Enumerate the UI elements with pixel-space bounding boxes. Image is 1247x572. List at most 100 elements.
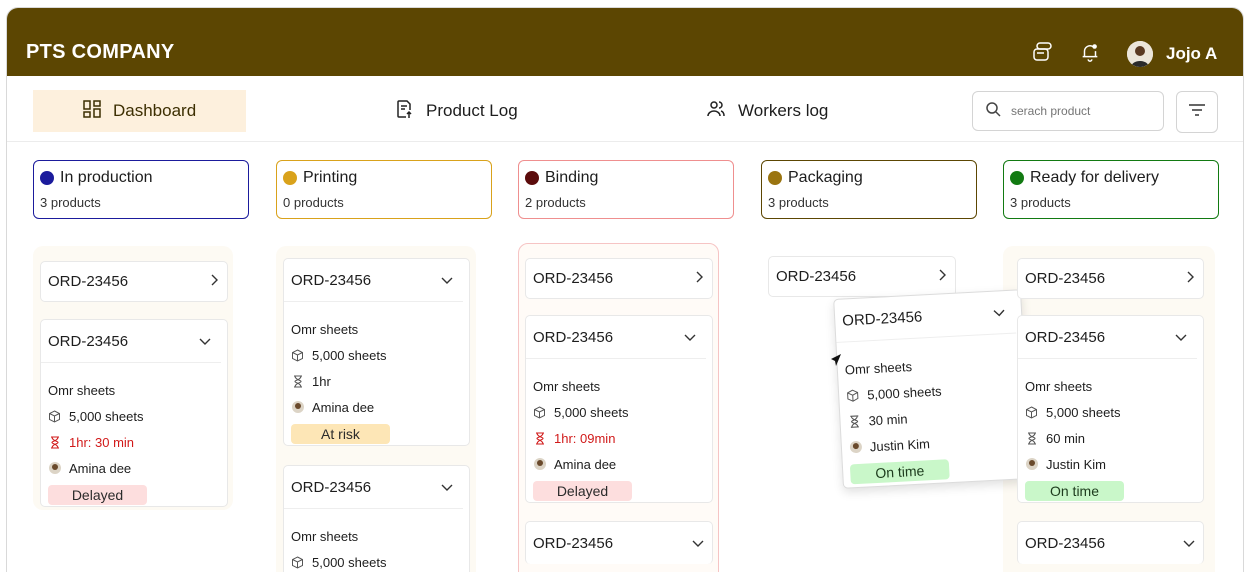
document-upload-icon [394,99,414,124]
user-avatar[interactable] [1127,41,1153,67]
order-card-dragging[interactable]: ORD-23456 Omr sheets 5,000 sheets 30 min… [833,289,1031,489]
search-icon [985,101,1001,122]
material-label: Omr sheets [291,321,359,337]
hourglass-icon [48,435,61,449]
chevron-down-icon[interactable] [441,272,453,289]
box-icon [291,348,304,362]
order-id: ORD-23456 [533,534,614,552]
order-id: ORD-23456 [48,273,129,290]
status-badge: Delayed [48,485,147,505]
duration: 30 min [868,410,908,428]
worker-name: Amina dee [312,399,375,415]
worker-name: Amina dee [554,456,617,472]
column-title: Packaging [788,169,863,186]
tab-product-log-label: Product Log [426,101,518,120]
column-title: Binding [545,169,599,186]
order-id: ORD-23456 [1025,270,1106,287]
order-card-expanded[interactable]: ORD-23456 Omr sheets 5,000 sheets 1hr Am… [283,258,470,446]
status-badge: On time [849,459,950,485]
tab-dashboard-label: Dashboard [113,101,197,120]
tab-workers-log-label: Workers log [738,101,829,120]
column-header-printing[interactable]: Printing 0 products [276,160,492,219]
chevron-right-icon[interactable] [1185,270,1195,287]
order-id: ORD-23456 [841,307,923,330]
order-card[interactable]: ORD-23456 [40,261,228,302]
search-input[interactable] [1011,104,1151,118]
box-icon [533,405,546,419]
order-card-expanded[interactable]: ORD-23456 Omr sheets 5,000 sheets [283,465,470,572]
column-count: 3 products [40,195,101,210]
order-card[interactable]: ORD-23456 [768,256,956,297]
chevron-down-icon[interactable] [1175,329,1187,346]
worker-avatar [849,440,862,454]
material-label: Omr sheets [291,528,359,544]
quantity: 5,000 sheets [312,347,387,363]
chevron-right-icon[interactable] [937,268,947,285]
duration: 1hr [312,373,331,389]
status-badge: On time [1025,481,1124,501]
chevron-down-icon[interactable] [692,535,704,552]
app-window: PTS COMPANY Jojo A Dashboard Product Log… [6,7,1244,572]
order-card[interactable]: ORD-23456 [525,521,713,564]
status-badge: Delayed [533,481,632,501]
status-badge: At risk [291,424,390,444]
order-card-expanded[interactable]: ORD-23456 Omr sheets 5,000 sheets 1hr: 0… [525,315,713,503]
column-header-ready-for-delivery[interactable]: Ready for delivery 3 products [1003,160,1219,219]
brand-title: PTS COMPANY [26,41,175,63]
worker-name: Justin Kim [1046,456,1106,472]
column-count: 0 products [283,195,344,210]
box-icon [291,555,304,569]
column-header-binding[interactable]: Binding 2 products [518,160,734,219]
order-card-expanded[interactable]: ORD-23456 Omr sheets 5,000 sheets 60 min… [1017,315,1204,503]
status-dot [1010,171,1024,185]
top-header: PTS COMPANY Jojo A [7,8,1243,76]
order-card[interactable]: ORD-23456 [1017,258,1204,299]
dashboard-icon [83,99,101,123]
order-id: ORD-23456 [776,268,857,285]
duration: 1hr: 09min [554,430,616,446]
messages-icon[interactable] [1031,40,1055,64]
material-label: Omr sheets [48,382,116,398]
user-name[interactable]: Jojo A [1166,44,1217,64]
column-title: Ready for delivery [1030,169,1159,186]
filter-button[interactable] [1176,91,1218,133]
column-header-packaging[interactable]: Packaging 3 products [761,160,977,219]
tab-product-log[interactable]: Product Log [394,90,518,132]
column-count: 3 products [1010,195,1071,210]
order-card[interactable]: ORD-23456 [1017,521,1204,564]
column-count: 3 products [768,195,829,210]
order-id: ORD-23456 [1025,328,1106,346]
material-label: Omr sheets [844,358,913,378]
chevron-down-icon[interactable] [993,304,1006,322]
worker-avatar [533,458,546,470]
worker-avatar [1025,458,1038,470]
chevron-right-icon[interactable] [209,273,219,290]
users-icon [706,99,726,124]
order-id: ORD-23456 [291,478,372,496]
quantity: 5,000 sheets [69,408,144,424]
tab-workers-log[interactable]: Workers log [706,90,828,132]
nav-bar: Dashboard Product Log Workers log [7,76,1243,142]
status-dot [525,171,539,185]
chevron-down-icon[interactable] [441,479,453,496]
worker-avatar [48,462,61,474]
worker-name: Amina dee [69,460,132,476]
order-id: ORD-23456 [1025,534,1106,552]
column-header-in-production[interactable]: In production 3 products [33,160,249,219]
chevron-down-icon[interactable] [1183,535,1195,552]
quantity: 5,000 sheets [1046,404,1121,420]
worker-avatar [291,401,304,413]
quantity: 5,000 sheets [866,383,942,402]
bell-icon[interactable] [1078,40,1102,64]
cursor-arrow-icon [829,353,843,374]
chevron-right-icon[interactable] [694,270,704,287]
chevron-down-icon[interactable] [684,329,696,346]
order-card[interactable]: ORD-23456 [525,258,713,299]
search-box [972,91,1164,131]
material-label: Omr sheets [1025,378,1093,394]
order-id: ORD-23456 [533,270,614,287]
hourglass-icon [847,414,861,429]
chevron-down-icon[interactable] [199,333,211,350]
order-card-expanded[interactable]: ORD-23456 Omr sheets 5,000 sheets 1hr: 3… [40,319,228,507]
tab-dashboard[interactable]: Dashboard [33,90,247,132]
